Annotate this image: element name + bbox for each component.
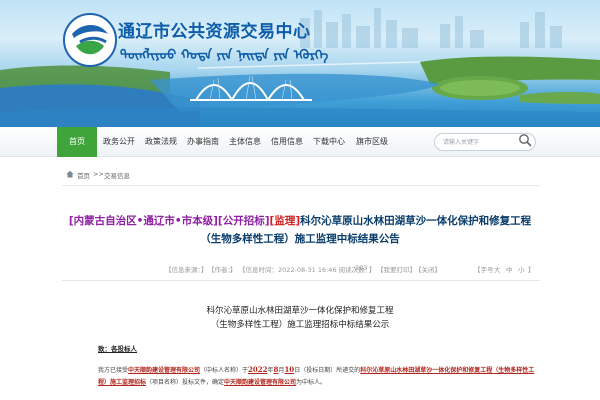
site-mongolian-subtitle: ᠲᠦᠩᠯᠢᠶᠣᠣ ᠬᠣᠲᠠ ᠶᠢᠨ ᠨᠡᠢᠲᠡ ᠶᠢᠨ ᠡᠬᠦᠷᠭᠡ [120,48,329,63]
winning-company-2: 中天顺韵建设管理有限公司 [224,379,297,386]
meta-source: 【信息来源： [165,266,204,274]
search-input[interactable] [443,136,521,149]
font-size-medium[interactable]: 中 [506,264,513,274]
meta-author-close: 】 [230,266,237,274]
winning-company: 中天顺韵建设管理有限公司 [128,367,201,374]
breadcrumb-separator: >> [93,170,104,178]
para-text-2: （中标人名称）于 [200,367,249,374]
meta-time: 【信息时间：2022-08-31 16:46 阅读次数： [239,266,372,274]
font-size-large[interactable]: 大 [494,264,501,274]
meta-divider [62,280,540,281]
para-text-3: 日（投标日期）所递交的 [294,367,361,374]
para-text-1: 我方已接受 [98,367,129,374]
meta-source-close: 】 [201,266,208,274]
site-logo [63,13,117,67]
nav-item-home[interactable]: 首页 [57,127,97,157]
meta-views: 293 [355,264,368,272]
document-title-line2: （生物多样性工程）施工监理招标中标结果公示 [210,320,390,330]
document-title-line1: 科尔沁草原山水林田湖草沙一体化保护和修复工程 [206,306,394,316]
meta-time-close: 】 [369,266,376,274]
breadcrumb-divider [62,185,540,186]
nav-item-service-guide[interactable]: 办事指南 [182,127,224,157]
site-title: 通辽市公共资源交易中心 [118,22,311,42]
header-banner: 通辽市公共资源交易中心 ᠲᠦᠩᠯᠢᠶᠣᠣ ᠬᠣᠲᠠ ᠶᠢᠨ ᠨᠡᠢᠲᠡ ᠶᠢᠨ … [0,0,600,127]
para-text-4: （项目名称）投标文件，确定 [146,379,225,386]
nav-item-download-center[interactable]: 下载中心 [308,127,350,157]
font-size-label: 【字号 [474,266,494,274]
home-icon [66,170,74,178]
salutation: 致：各投标人 [98,345,137,353]
font-size-close: 】 [528,266,535,274]
main-navigation: 首页 政务公开 政策法规 办事指南 主体信息 信用信息 下载中心 旗市区级 [0,127,600,157]
font-size-small[interactable]: 小 [518,264,525,274]
article-title: [内蒙古自治区•通辽市•市本级][公开招标][监理]科尔沁草原山水林田湖草沙一体… [60,212,540,248]
title-tag-type: [监理] [269,215,301,227]
breadcrumb-home[interactable]: 首页 [77,170,90,180]
document-title: 科尔沁草原山水林田湖草沙一体化保护和修复工程 （生物多样性工程）施工监理招标中标… [60,304,540,332]
title-tag-region: [内蒙古自治区•通辽市•市本级] [68,215,218,227]
print-link[interactable]: 【我要打印】 [377,264,416,274]
para-text-5: 为中标人。 [296,379,327,386]
nav-item-entity-info[interactable]: 主体信息 [224,127,266,157]
bid-day: 10 [284,365,295,374]
bid-year: 2022 [248,365,268,374]
close-link[interactable]: 【关闭】 [415,264,441,274]
nav-item-policies[interactable]: 政策法规 [140,127,182,157]
nav-item-credit-info[interactable]: 信用信息 [266,127,308,157]
nav-item-government-affairs[interactable]: 政务公开 [98,127,140,157]
nav-item-district-level[interactable]: 旗市区级 [350,127,394,157]
title-tag-method: [公开招标] [217,215,270,227]
search-icon[interactable] [518,133,532,147]
body-paragraph: 我方已接受中天顺韵建设管理有限公司（中标人名称）于2022年8月10日（投标日期… [98,364,538,389]
breadcrumb-current[interactable]: 交易信息 [104,170,130,180]
